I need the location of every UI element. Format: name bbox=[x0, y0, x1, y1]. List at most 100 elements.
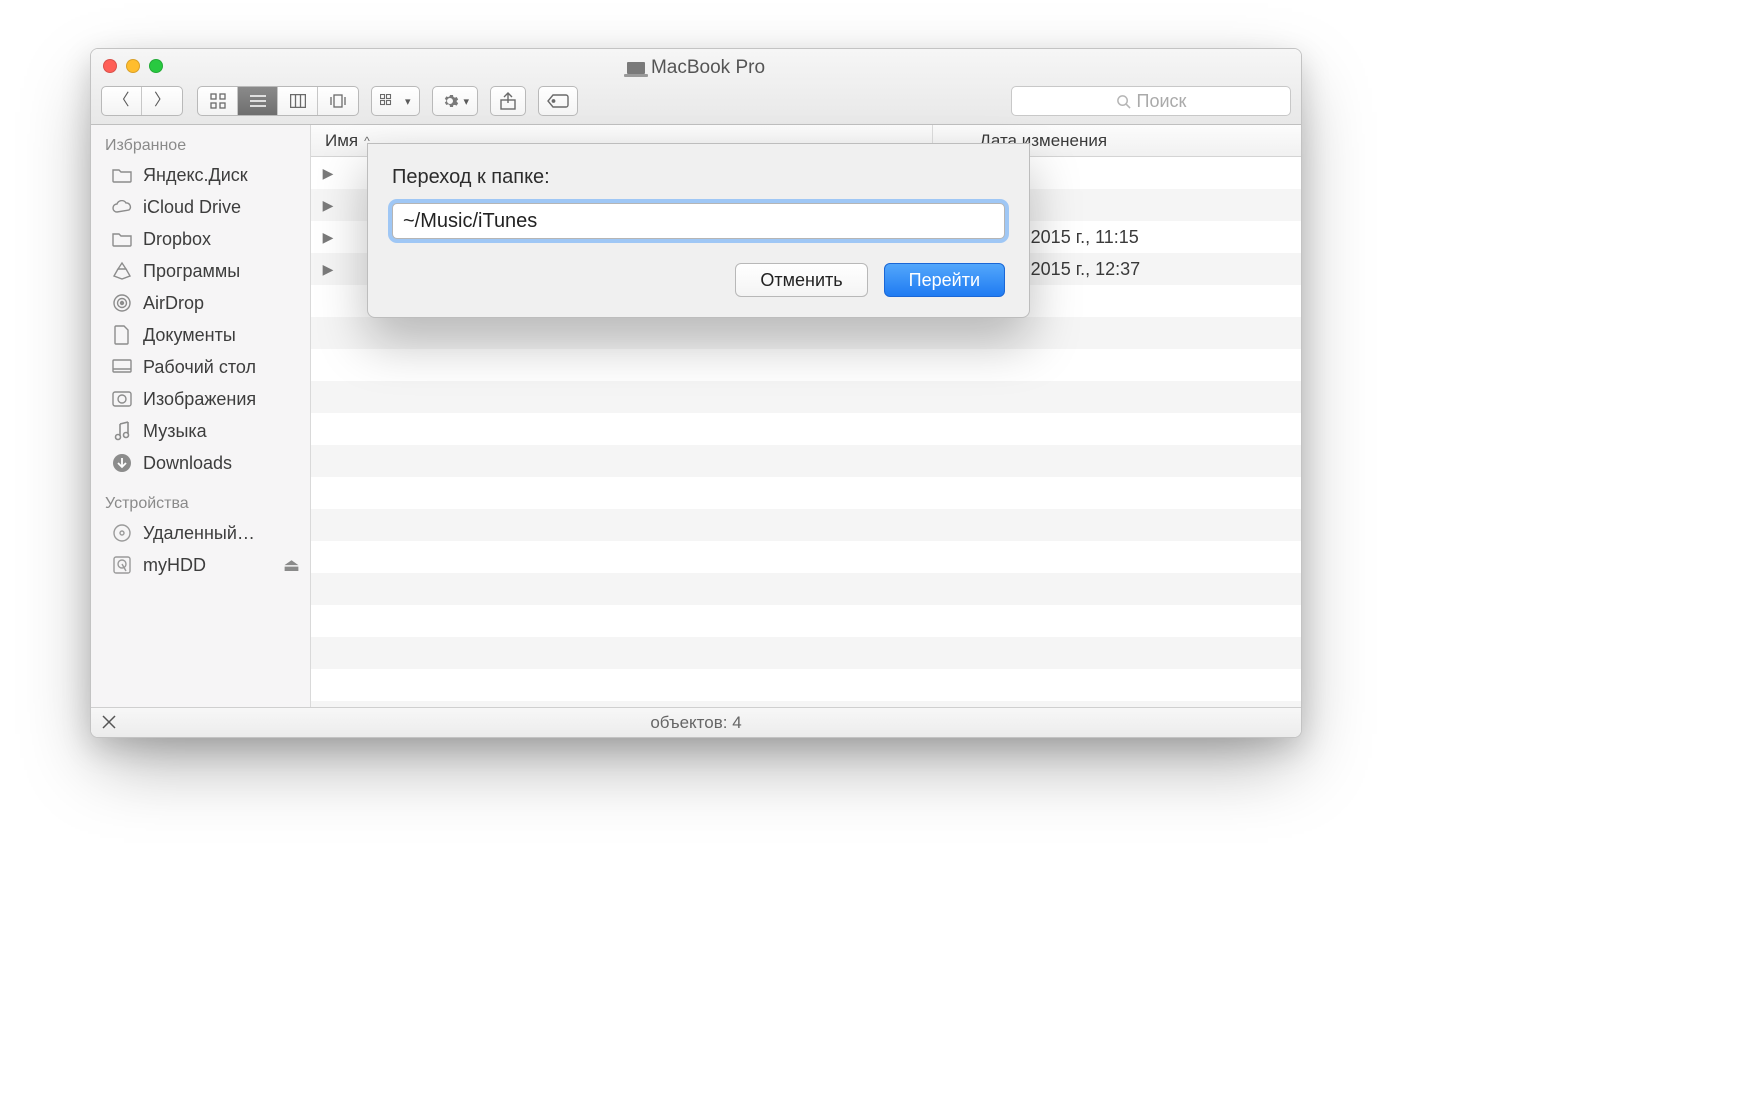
folder-path-input[interactable] bbox=[392, 203, 1005, 239]
sidebar-item-documents[interactable]: Документы bbox=[91, 319, 310, 351]
sidebar-item-myhdd[interactable]: myHDD ⏏ bbox=[91, 549, 310, 581]
table-row bbox=[311, 669, 1301, 701]
dialog-label: Переход к папке: bbox=[392, 166, 1005, 189]
table-row bbox=[311, 541, 1301, 573]
columns-icon bbox=[290, 94, 306, 108]
share-icon bbox=[500, 92, 516, 110]
search-field[interactable]: Поиск bbox=[1011, 86, 1291, 116]
sidebar-section-devices: Устройства bbox=[91, 489, 310, 517]
view-coverflow-button[interactable] bbox=[318, 87, 358, 115]
disc-icon bbox=[111, 522, 133, 544]
status-bar: объектов: 4 bbox=[91, 707, 1301, 737]
disclosure-triangle-icon[interactable]: ▶ bbox=[311, 261, 335, 278]
go-button[interactable]: Перейти bbox=[884, 263, 1005, 297]
laptop-icon bbox=[627, 62, 645, 74]
sidebar-item-label: Удаленный… bbox=[143, 523, 255, 544]
sidebar-item-label: Документы bbox=[143, 325, 236, 346]
sidebar-item-label: Dropbox bbox=[143, 229, 211, 250]
folder-icon bbox=[111, 164, 133, 186]
table-row bbox=[311, 381, 1301, 413]
cloud-icon bbox=[111, 196, 133, 218]
sidebar-item-icloud[interactable]: iCloud Drive bbox=[91, 191, 310, 223]
finder-window: MacBook Pro 〈 〉 bbox=[90, 48, 1302, 738]
sidebar-item-remote-disc[interactable]: Удаленный… bbox=[91, 517, 310, 549]
music-icon bbox=[111, 420, 133, 442]
column-name-label: Имя bbox=[325, 131, 358, 151]
sidebar-item-label: AirDrop bbox=[143, 293, 204, 314]
sidebar-item-desktop[interactable]: Рабочий стол bbox=[91, 351, 310, 383]
back-button[interactable]: 〈 bbox=[102, 87, 142, 115]
sidebar-item-yandex-disk[interactable]: Яндекс.Диск bbox=[91, 159, 310, 191]
sidebar-item-label: iCloud Drive bbox=[143, 197, 241, 218]
sidebar-item-music[interactable]: Музыка bbox=[91, 415, 310, 447]
sidebar-item-label: Музыка bbox=[143, 421, 207, 442]
sidebar-section-favorites: Избранное bbox=[91, 131, 310, 159]
window-title: MacBook Pro bbox=[91, 57, 1301, 79]
sidebar-item-label: Изображения bbox=[143, 389, 256, 410]
status-text: объектов: 4 bbox=[650, 713, 741, 733]
eject-icon[interactable]: ⏏ bbox=[283, 555, 300, 576]
action-menu-button[interactable]: ▾ bbox=[432, 86, 479, 116]
share-button[interactable] bbox=[490, 86, 526, 116]
images-icon bbox=[111, 388, 133, 410]
sidebar-item-label: Яндекс.Диск bbox=[143, 165, 248, 186]
tag-icon bbox=[547, 94, 569, 108]
table-row bbox=[311, 573, 1301, 605]
disclosure-triangle-icon[interactable]: ▶ bbox=[311, 165, 335, 182]
airdrop-icon bbox=[111, 292, 133, 314]
titlebar: MacBook Pro 〈 〉 bbox=[91, 49, 1301, 125]
forward-button[interactable]: 〉 bbox=[142, 87, 182, 115]
window-title-text: MacBook Pro bbox=[651, 57, 765, 79]
table-row bbox=[311, 413, 1301, 445]
table-row bbox=[311, 509, 1301, 541]
table-row bbox=[311, 445, 1301, 477]
sidebar-item-label: myHDD bbox=[143, 555, 206, 576]
sidebar-item-label: Downloads bbox=[143, 453, 232, 474]
arrange-menu-button[interactable]: ▾ bbox=[371, 86, 420, 116]
table-row bbox=[311, 349, 1301, 381]
sidebar-item-applications[interactable]: Программы bbox=[91, 255, 310, 287]
chevron-left-icon: 〈 bbox=[113, 93, 129, 109]
sidebar-item-downloads[interactable]: Downloads bbox=[91, 447, 310, 479]
arrange-icon bbox=[380, 94, 400, 108]
coverflow-icon bbox=[329, 94, 347, 108]
view-list-button[interactable] bbox=[238, 87, 278, 115]
table-row bbox=[311, 477, 1301, 509]
path-button[interactable] bbox=[99, 712, 119, 732]
gear-icon bbox=[441, 92, 459, 110]
disclosure-triangle-icon[interactable]: ▶ bbox=[311, 197, 335, 214]
hdd-icon bbox=[111, 554, 133, 576]
search-placeholder: Поиск bbox=[1137, 91, 1187, 112]
grid-icon bbox=[210, 93, 226, 109]
table-row bbox=[311, 317, 1301, 349]
sidebar-item-label: Программы bbox=[143, 261, 240, 282]
downloads-icon bbox=[111, 452, 133, 474]
desktop-icon bbox=[111, 356, 133, 378]
sidebar-item-pictures[interactable]: Изображения bbox=[91, 383, 310, 415]
sidebar-item-label: Рабочий стол bbox=[143, 357, 256, 378]
view-columns-button[interactable] bbox=[278, 87, 318, 115]
table-row bbox=[311, 605, 1301, 637]
sidebar-item-dropbox[interactable]: Dropbox bbox=[91, 223, 310, 255]
tags-button[interactable] bbox=[538, 86, 578, 116]
chevron-right-icon: 〉 bbox=[154, 93, 170, 109]
apps-icon bbox=[111, 260, 133, 282]
sidebar-item-airdrop[interactable]: AirDrop bbox=[91, 287, 310, 319]
cancel-button[interactable]: Отменить bbox=[735, 263, 867, 297]
chevron-down-icon: ▾ bbox=[464, 95, 470, 108]
go-to-folder-dialog: Переход к папке: Отменить Перейти bbox=[367, 143, 1030, 318]
disclosure-triangle-icon[interactable]: ▶ bbox=[311, 229, 335, 246]
nav-back-forward: 〈 〉 bbox=[101, 86, 183, 116]
doc-icon bbox=[111, 324, 133, 346]
search-icon bbox=[1116, 94, 1131, 109]
list-icon bbox=[250, 94, 266, 108]
table-row bbox=[311, 637, 1301, 669]
chevron-down-icon: ▾ bbox=[405, 95, 411, 108]
path-icon bbox=[101, 714, 117, 730]
folder-icon bbox=[111, 228, 133, 250]
sidebar: Избранное Яндекс.Диск iCloud Drive Dropb… bbox=[91, 125, 311, 707]
view-mode-segmented bbox=[197, 86, 359, 116]
dialog-buttons: Отменить Перейти bbox=[392, 263, 1005, 297]
toolbar: 〈 〉 ▾ bbox=[101, 85, 1291, 117]
view-icons-button[interactable] bbox=[198, 87, 238, 115]
